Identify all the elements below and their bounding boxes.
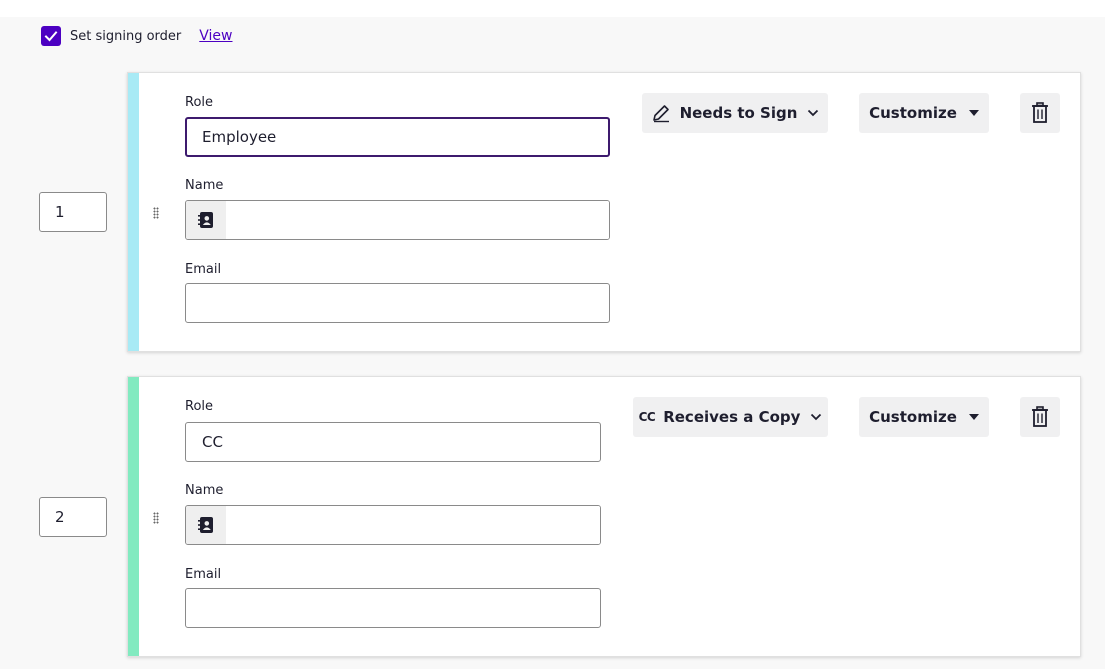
role-label: Role [185,399,214,414]
customize-dropdown[interactable]: Customize [859,397,989,437]
role-input[interactable] [185,117,610,157]
customize-label: Customize [869,104,957,122]
delete-recipient-button[interactable] [1020,397,1060,437]
recipient-order-input-1[interactable] [39,192,107,232]
caret-down-icon [968,414,979,420]
chevron-down-icon [810,413,822,421]
name-label: Name [185,483,224,498]
customize-label: Customize [869,408,957,426]
recipient-action-dropdown[interactable]: Needs to Sign [642,93,828,133]
recipient-action-label: Needs to Sign [679,104,798,122]
signing-order-checkbox[interactable] [41,26,61,46]
checkmark-icon [44,31,58,42]
email-label: Email [185,262,222,277]
email-input[interactable] [185,283,610,323]
drag-handle-icon[interactable] [153,512,159,524]
recipient-order-input-2[interactable] [39,497,107,537]
delete-recipient-button[interactable] [1020,93,1060,133]
recipient-action-dropdown[interactable]: CC Receives a Copy [633,397,828,437]
recipient-card-1: Role Name Email Needs to Sign [127,72,1081,352]
signing-order-row: Set signing order View [41,25,233,47]
signing-order-label: Set signing order [70,28,182,44]
email-input[interactable] [185,588,601,628]
view-link[interactable]: View [199,28,232,44]
name-input[interactable] [226,506,600,544]
name-input[interactable] [226,201,609,239]
role-input[interactable] [185,422,601,462]
recipient-card-2: Role Name Email CC Receives a Copy Custo… [127,376,1081,657]
name-field [185,200,610,240]
role-label: Role [185,95,214,110]
card-accent-bar [128,377,139,656]
pen-icon [651,103,671,123]
cc-icon: CC [638,410,656,424]
name-label: Name [185,178,224,193]
trash-icon [1031,102,1049,124]
contacts-icon[interactable] [186,506,226,544]
customize-dropdown[interactable]: Customize [859,93,989,133]
top-strip [0,0,1105,17]
contacts-icon[interactable] [186,201,226,239]
email-label: Email [185,567,222,582]
recipient-action-label: Receives a Copy [663,408,801,426]
name-field [185,505,601,545]
card-accent-bar [128,73,139,351]
caret-down-icon [968,110,979,116]
drag-handle-icon[interactable] [153,207,159,219]
trash-icon [1031,406,1049,428]
chevron-down-icon [807,109,819,117]
